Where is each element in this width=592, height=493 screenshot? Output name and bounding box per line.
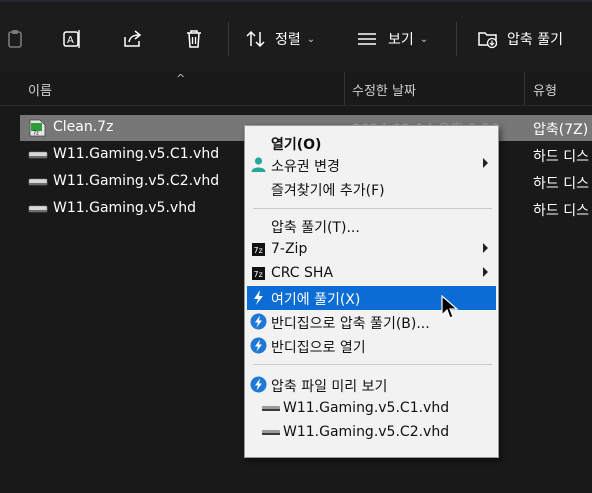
column-divider[interactable] [524,72,525,106]
svg-text:7z: 7z [33,131,39,137]
submenu-arrow-icon [483,158,488,168]
menu-label: 소유권 변경 [271,159,340,175]
menu-separator [253,364,492,365]
svg-text:7z: 7z [254,246,263,255]
file-type: 하드 디스 [533,176,589,192]
user-icon [251,157,266,172]
submenu-arrow-icon [483,267,488,277]
share-button[interactable] [122,22,144,56]
file-type: 하드 디스 [533,149,589,165]
menu-label: 여기에 풀기(X) [271,292,361,308]
menu-label: W11.Gaming.v5.C1.vhd [283,400,450,416]
window-top-edge [0,0,592,2]
menu-item-extract[interactable]: 압축 풀기(T)... [247,214,496,238]
bandizip-bolt-icon [254,290,263,305]
menu-label: 압축 파일 미리 보기 [271,379,388,395]
submenu-arrow-icon [483,243,488,253]
vhd-disk-icon [262,406,280,411]
menu-label: 압축 풀기(T)... [271,220,360,236]
file-type: 압축(7Z) [533,122,589,138]
file-type: 하드 디스 [533,203,589,219]
extract-all-label: 압축 풀기 [507,32,563,48]
7z-archive-icon: 7z [29,119,46,137]
menu-label: CRC SHA [271,265,334,281]
column-header: ^ 이름 수정한 날짜 유형 [0,72,592,106]
chevron-down-icon: ⌄ [419,33,429,45]
bandizip-icon [250,376,267,393]
sort-label: 정렬 [275,32,301,48]
menu-label: W11.Gaming.v5.C2.vhd [283,424,450,440]
column-type[interactable]: 유형 [533,80,557,99]
menu-item-7zip[interactable]: 7z 7-Zip [247,238,496,262]
menu-item-add-favorites[interactable]: 즐겨찾기에 추가(F) [247,177,496,201]
extract-all-button[interactable]: 압축 풀기 [477,22,563,56]
file-name: W11.Gaming.v5.C2.vhd [53,173,220,189]
column-name[interactable]: 이름 [28,80,52,99]
menu-item-change-owner[interactable]: 소유권 변경 [247,153,496,177]
menu-label: 열기(O) [271,137,322,153]
bandizip-icon [250,337,267,354]
command-bar: A 정렬 ⌄ 보기 ⌄ 압축 풀기 [0,0,592,72]
sort-ascending-icon: ^ [176,72,186,85]
chevron-down-icon: ⌄ [306,33,316,45]
menu-item-preview[interactable]: 압축 파일 미리 보기 [247,373,496,397]
vhd-disk-icon [28,178,48,186]
view-button[interactable]: 보기 ⌄ [356,22,428,56]
rename-button[interactable]: A [61,22,83,56]
extract-folder-icon [478,32,498,49]
share-icon [124,30,142,47]
file-name: Clean.7z [53,119,114,135]
column-modified[interactable]: 수정한 날짜 [352,80,416,99]
mouse-cursor-icon [441,295,459,319]
paste-button[interactable] [4,22,26,56]
view-icon [358,33,376,45]
menu-label: 반디집으로 열기 [271,340,366,356]
menu-separator [253,208,492,209]
menu-label: 즐겨찾기에 추가(F) [271,183,385,199]
paste-icon [8,30,22,48]
menu-item-open[interactable]: 열기(O) [247,131,496,155]
7zip-icon: 7z [252,267,265,280]
svg-text:7z: 7z [254,270,263,279]
view-label: 보기 [388,32,414,48]
vhd-disk-icon [28,205,48,213]
file-name: W11.Gaming.v5.C1.vhd [53,146,220,162]
delete-button[interactable] [183,22,205,56]
menu-label: 반디집으로 압축 풀기(B)... [271,316,430,332]
menu-label: 7-Zip [271,241,308,257]
file-name: W11.Gaming.v5.vhd [53,200,196,216]
toolbar-separator [228,22,229,56]
svg-text:A: A [67,35,74,46]
sort-button[interactable]: 정렬 ⌄ [245,22,315,56]
context-menu: 열기(O) 소유권 변경 즐겨찾기에 추가(F) 압축 풀기(T)... 7z … [244,125,499,458]
menu-item-crc-sha[interactable]: 7z CRC SHA [247,262,496,286]
menu-item-preview-file[interactable]: W11.Gaming.v5.C2.vhd [247,421,496,445]
vhd-disk-icon [262,430,280,435]
bandizip-icon [250,313,267,330]
trash-icon [187,30,201,48]
column-divider[interactable] [344,72,345,106]
sort-icon [246,30,265,48]
toolbar-separator [456,22,457,56]
menu-item-bandizip-open[interactable]: 반디집으로 열기 [247,334,496,358]
rename-icon: A [63,30,80,48]
vhd-disk-icon [28,151,48,159]
menu-item-preview-file[interactable]: W11.Gaming.v5.C1.vhd [247,397,496,421]
7zip-icon: 7z [252,243,265,256]
